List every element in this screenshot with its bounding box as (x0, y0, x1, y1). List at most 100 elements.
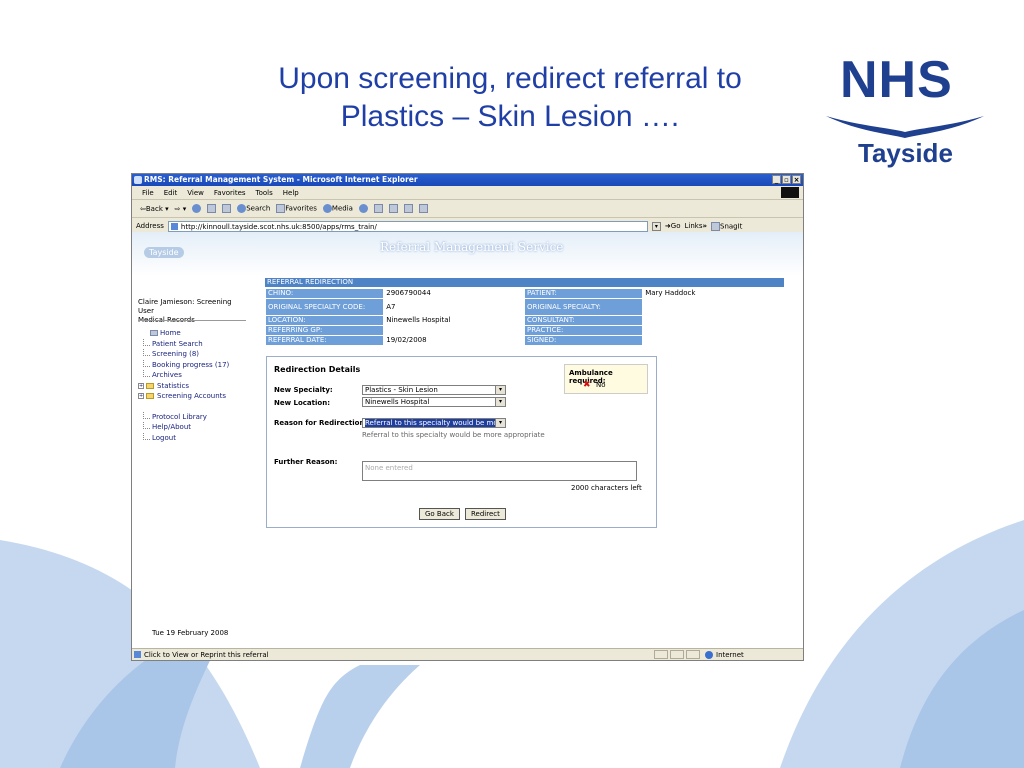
nav-screening-label: Screening (8) (152, 350, 200, 358)
slide-title-line1: Upon screening, redirect referral to (278, 62, 742, 95)
further-reason-textarea[interactable]: None entered (362, 461, 637, 481)
mail-icon[interactable] (373, 204, 383, 213)
expand-icon[interactable]: + (138, 382, 144, 389)
media-icon (322, 204, 332, 213)
toolbar: ⇦Back ▾ ⇨ ▾ Search Favorites Media (132, 200, 803, 218)
logo-swoosh-icon (826, 116, 984, 138)
menu-view[interactable]: View (187, 189, 204, 197)
orig-specialty-label: ORIGINAL SPECIALTY: (523, 298, 644, 316)
redirection-panel: Redirection Details Ambulance required: … (266, 356, 657, 528)
ie-icon (134, 176, 142, 184)
window-titlebar: RMS: Referral Management System - Micros… (132, 174, 803, 186)
status-text: Click to View or Reprint this referral (144, 651, 269, 659)
chevron-down-icon: ▾ (495, 386, 505, 394)
links-label: Links (684, 222, 703, 230)
signed-label: SIGNED: (523, 335, 644, 346)
further-reason-label: Further Reason: (274, 458, 338, 466)
reason-help-text: Referral to this specialty would be more… (362, 431, 545, 439)
browser-window: RMS: Referral Management System - Micros… (131, 173, 804, 661)
menu-file[interactable]: File (142, 189, 154, 197)
history-icon[interactable] (358, 204, 368, 213)
home-icon (150, 330, 158, 336)
forward-button[interactable]: ⇨ ▾ (175, 205, 187, 213)
nav-booking-progress[interactable]: Booking progress (17) (138, 359, 230, 371)
expand-icon[interactable]: + (138, 393, 144, 399)
menu-tools[interactable]: Tools (256, 189, 273, 197)
ambulance-label: Ambulance required: (569, 369, 613, 385)
search-icon (237, 204, 247, 213)
go-back-button[interactable]: Go Back (419, 508, 460, 520)
nav-protocol-library[interactable]: Protocol Library (138, 411, 229, 423)
refresh-icon[interactable] (207, 204, 217, 213)
further-reason-placeholder: None entered (365, 464, 413, 472)
consultant-value (642, 315, 784, 326)
new-specialty-value: Plastics - Skin Lesion (365, 386, 438, 394)
reason-label: Reason for Redirection: (274, 419, 368, 427)
links-more-label: » (702, 222, 707, 230)
referral-header: REFERRAL REDIRECTION (265, 278, 784, 287)
home-icon[interactable] (222, 204, 232, 213)
links-button[interactable]: Links» (684, 222, 707, 230)
chevron-down-icon: ▾ (495, 398, 505, 406)
nav-booking-label: Booking progress (17) (152, 360, 230, 369)
new-location-select[interactable]: Ninewells Hospital ▾ (362, 397, 506, 407)
referral-date-label: REFERRAL DATE: (264, 335, 385, 346)
media-button[interactable]: Media (322, 204, 353, 213)
nav-home[interactable]: Home (138, 328, 229, 339)
menu-favorites[interactable]: Favorites (214, 189, 246, 197)
new-location-value: Ninewells Hospital (365, 398, 430, 406)
favorites-icon (276, 204, 286, 213)
page-icon (134, 651, 141, 658)
new-specialty-select[interactable]: Plastics - Skin Lesion ▾ (362, 385, 506, 395)
referring-gp-value (383, 325, 525, 336)
nav-home-label: Home (160, 329, 181, 337)
search-button[interactable]: Search (237, 204, 270, 213)
address-input[interactable]: http://kinnoull.tayside.scot.nhs.uk:8500… (167, 220, 648, 232)
location-value: Ninewells Hospital (383, 315, 525, 326)
close-button[interactable]: × (792, 175, 801, 184)
patient-label: PATIENT: (523, 288, 644, 299)
practice-value (642, 325, 784, 336)
camera-icon (711, 221, 720, 231)
stop-icon[interactable] (192, 204, 202, 213)
restore-button[interactable]: ▫ (782, 175, 791, 184)
reason-select[interactable]: Referral to this specialty would be more… (362, 418, 506, 428)
nav-logout-label: Logout (152, 433, 176, 442)
characters-left: 2000 characters left (571, 484, 642, 492)
slide-title: Upon screening, redirect referral to Pla… (200, 60, 820, 136)
discuss-icon[interactable] (418, 204, 428, 213)
nav-statistics[interactable]: + Statistics (138, 381, 229, 392)
chino-label: CHINO: (264, 288, 385, 299)
address-url: http://kinnoull.tayside.scot.nhs.uk:8500… (180, 222, 377, 231)
nav-help-about[interactable]: Help/About (138, 422, 229, 433)
location-label: LOCATION: (264, 315, 385, 326)
nav-patient-search[interactable]: Patient Search (138, 338, 229, 350)
media-label: Media (331, 204, 353, 213)
menu-edit[interactable]: Edit (164, 189, 178, 197)
signed-value (642, 335, 784, 346)
snagit-button[interactable]: SnagIt (711, 221, 742, 231)
go-button[interactable]: ➜Go (665, 222, 681, 230)
nav-screening-accounts[interactable]: + Screening Accounts (138, 391, 229, 402)
address-dropdown-button[interactable]: ▾ (651, 221, 661, 231)
favorites-button[interactable]: Favorites (276, 204, 317, 213)
banner-logo: Tayside (144, 247, 184, 258)
address-label: Address (136, 222, 164, 230)
minimize-button[interactable]: _ (772, 175, 781, 184)
back-button[interactable]: ⇦Back ▾ (140, 205, 169, 213)
referring-gp-label: REFERRING GP: (264, 325, 385, 336)
menu-help[interactable]: Help (283, 189, 299, 197)
nav-logout[interactable]: Logout (138, 432, 229, 444)
menu-bar: File Edit View Favorites Tools Help (132, 186, 803, 200)
orig-specialty-code-value: A7 (383, 298, 525, 316)
edit-icon[interactable] (403, 204, 413, 213)
status-bar: Click to View or Reprint this referral I… (132, 648, 803, 660)
nav-screening[interactable]: Screening (8) (138, 349, 229, 360)
zone-label: Internet (716, 651, 744, 659)
app-banner: Tayside Referral Management Service (132, 232, 803, 276)
print-icon[interactable] (388, 204, 398, 213)
nav-patient-search-label: Patient Search (152, 339, 203, 348)
nav-archives[interactable]: Archives (138, 370, 229, 381)
redirect-button[interactable]: Redirect (465, 508, 506, 520)
back-label: Back (145, 204, 163, 213)
